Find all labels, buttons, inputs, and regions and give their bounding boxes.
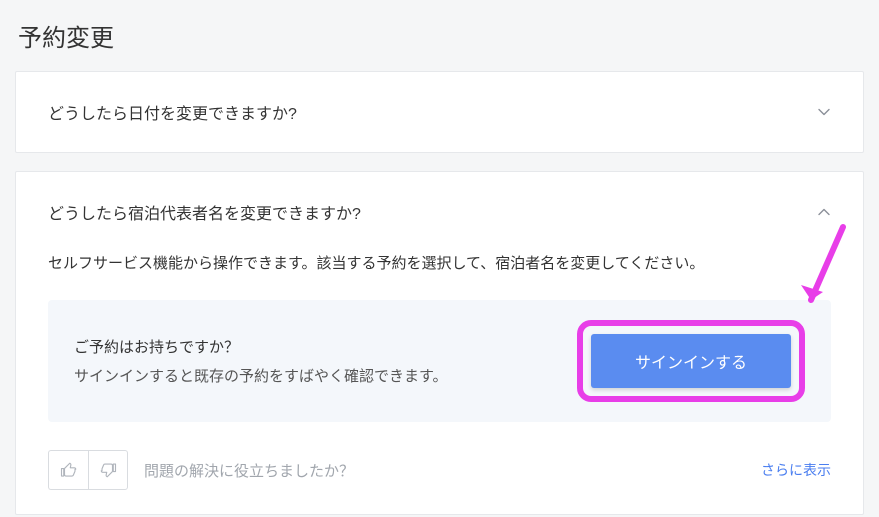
feedback-row: 問題の解決に役立ちましたか？ さらに表示	[48, 450, 831, 490]
signin-button[interactable]: サインインする	[591, 334, 791, 388]
signin-panel-wrap: ご予約はお持ちですか？ サインインすると既存の予約をすばやく確認できます。 サイ…	[48, 300, 831, 422]
thumbs-down-icon	[99, 461, 117, 479]
thumbs-down-button[interactable]	[88, 450, 128, 490]
chevron-up-icon	[817, 205, 831, 219]
feedback-question: 問題の解決に役立ちましたか？	[144, 460, 354, 481]
signin-subtitle: サインインすると既存の予約をすばやく確認できます。	[74, 365, 557, 386]
feedback-group: 問題の解決に役立ちましたか？	[48, 450, 354, 490]
signin-title: ご予約はお持ちですか？	[74, 336, 557, 357]
thumbs-up-button[interactable]	[48, 450, 88, 490]
help-body-text: セルフサービス機能から操作できます。該当する予約を選択して、宿泊者名を変更してく…	[48, 252, 831, 276]
chevron-down-icon	[817, 105, 831, 119]
page-title: 予約変更	[15, 0, 864, 71]
accordion-item-date-change: どうしたら日付を変更できますか?	[15, 71, 864, 153]
accordion-title: どうしたら宿泊代表者名を変更できますか?	[48, 200, 361, 224]
show-more-link[interactable]: さらに表示	[761, 460, 831, 480]
accordion-item-guest-name-change: どうしたら宿泊代表者名を変更できますか? セルフサービス機能から操作できます。該…	[15, 171, 864, 515]
accordion-header-guest-name[interactable]: どうしたら宿泊代表者名を変更できますか?	[16, 172, 863, 252]
accordion-body: セルフサービス機能から操作できます。該当する予約を選択して、宿泊者名を変更してく…	[16, 252, 863, 514]
accordion-title: どうしたら日付を変更できますか?	[48, 100, 297, 124]
thumbs-up-icon	[60, 461, 78, 479]
annotation-highlight-box: サインインする	[577, 320, 805, 402]
signin-text-block: ご予約はお持ちですか？ サインインすると既存の予約をすばやく確認できます。	[74, 336, 557, 386]
thumb-buttons	[48, 450, 128, 490]
accordion-header-date-change[interactable]: どうしたら日付を変更できますか?	[16, 72, 863, 152]
signin-panel: ご予約はお持ちですか？ サインインすると既存の予約をすばやく確認できます。 サイ…	[48, 300, 831, 422]
